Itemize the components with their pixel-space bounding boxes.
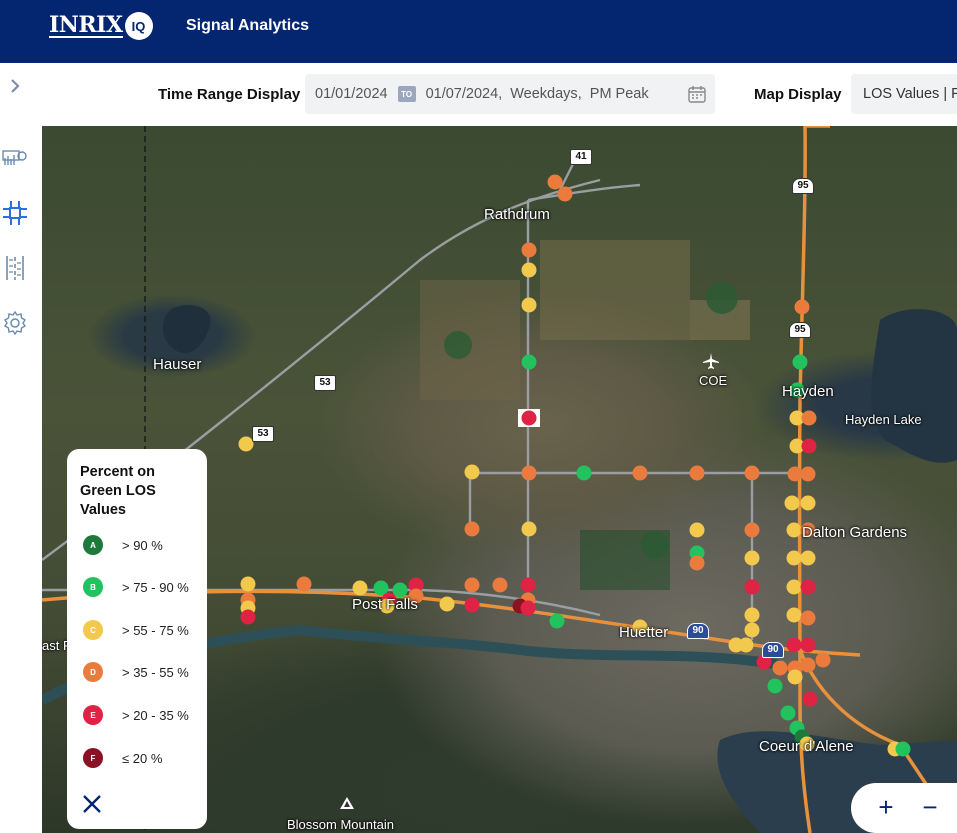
pivot-field: [641, 531, 669, 559]
route-shield-95: 95: [792, 178, 814, 194]
legend-item-c: C > 55 - 75 %: [83, 620, 189, 640]
time-range-label: Time Range Display: [158, 86, 301, 103]
legend-dot: D: [83, 662, 103, 682]
legend-title: Percent on Green LOS Values: [80, 464, 156, 518]
end-date: 01/07/2024: [425, 86, 499, 102]
to-badge: TO: [397, 86, 416, 102]
legend-dot: E: [83, 705, 103, 725]
legend-dot: C: [83, 620, 103, 640]
zoom-in-button[interactable]: +: [871, 792, 901, 822]
legend-label: > 20 - 35 %: [122, 707, 189, 723]
inrix-logo[interactable]: INRIX IQ: [49, 11, 153, 41]
time-range-picker[interactable]: 01/01/2024 TO 01/07/2024 , Weekdays , PM…: [305, 74, 715, 114]
close-icon[interactable]: [81, 793, 103, 815]
place-label-hauser: Hauser: [153, 356, 202, 373]
route-shield-41: 41: [570, 149, 592, 165]
map-display-select[interactable]: LOS Values | Pe: [851, 74, 957, 114]
zoom-out-button[interactable]: −: [915, 792, 945, 822]
farm-field: [540, 240, 690, 340]
route-shield-95: 95: [789, 322, 811, 338]
route-shield-90: 90: [762, 642, 784, 658]
airport-icon: [703, 353, 719, 369]
start-date: 01/01/2024: [315, 86, 388, 102]
app-title: Signal Analytics: [186, 17, 309, 34]
place-label-hayden-lake: Hayden Lake: [845, 412, 922, 427]
route-shield-53: 53: [252, 426, 274, 442]
top-bar: INRIX IQ Signal Analytics: [0, 0, 957, 63]
logo-text: INRIX: [49, 12, 123, 38]
signal-network-icon[interactable]: [2, 200, 28, 226]
place-label-blossom-mountain: Blossom Mountain: [287, 817, 394, 832]
mountain-icon: [340, 797, 354, 809]
route-shield-90: 90: [687, 623, 709, 639]
place-label-rathdrum: Rathdrum: [484, 206, 550, 223]
pivot-field: [444, 331, 472, 359]
legend-dot: F: [83, 748, 103, 768]
hauser-lake: [163, 305, 211, 354]
place-label-coeur-dalene: Coeur d'Alene: [759, 738, 854, 755]
legend-label: > 75 - 90 %: [122, 579, 189, 595]
legend-item-e: E > 20 - 35 %: [83, 705, 189, 725]
legend-item-b: B > 75 - 90 %: [83, 577, 189, 597]
sidebar: [0, 63, 42, 833]
logo-badge: IQ: [124, 12, 153, 40]
zoom-controls: + −: [851, 783, 957, 833]
los-legend: Percent on Green LOS Values A > 90 % B >…: [67, 449, 207, 829]
calendar-icon[interactable]: [687, 84, 707, 104]
legend-label: > 35 - 55 %: [122, 664, 189, 680]
expand-icon[interactable]: [6, 77, 24, 95]
filter-toolbar: Time Range Display 01/01/2024 TO 01/07/2…: [42, 63, 957, 126]
place-label-huetter: Huetter: [619, 624, 669, 641]
place-label-coe: COE: [699, 373, 728, 388]
legend-item-f: F ≤ 20 %: [83, 748, 162, 768]
pivot-field: [706, 282, 738, 314]
day-type: Weekdays: [510, 86, 578, 102]
route-shield-53: 53: [314, 375, 336, 391]
corridor-icon[interactable]: [2, 255, 28, 281]
legend-label: > 90 %: [122, 537, 163, 553]
legend-dot: B: [83, 577, 103, 597]
place-label-dalton-gardens: Dalton Gardens: [802, 524, 908, 541]
map-display-label: Map Display: [754, 86, 842, 103]
legend-dot: A: [83, 535, 103, 555]
period: PM Peak: [589, 86, 649, 102]
dashboard-icon[interactable]: [2, 145, 28, 171]
legend-item-a: A > 90 %: [83, 535, 163, 555]
hayden-lake: [871, 309, 957, 463]
legend-item-d: D > 35 - 55 %: [83, 662, 189, 682]
place-label-post-falls: Post Falls: [352, 596, 418, 613]
legend-label: ≤ 20 %: [122, 750, 163, 766]
place-label-hayden: Hayden: [782, 383, 834, 400]
settings-icon[interactable]: [2, 310, 28, 336]
legend-label: > 55 - 75 %: [122, 622, 189, 638]
